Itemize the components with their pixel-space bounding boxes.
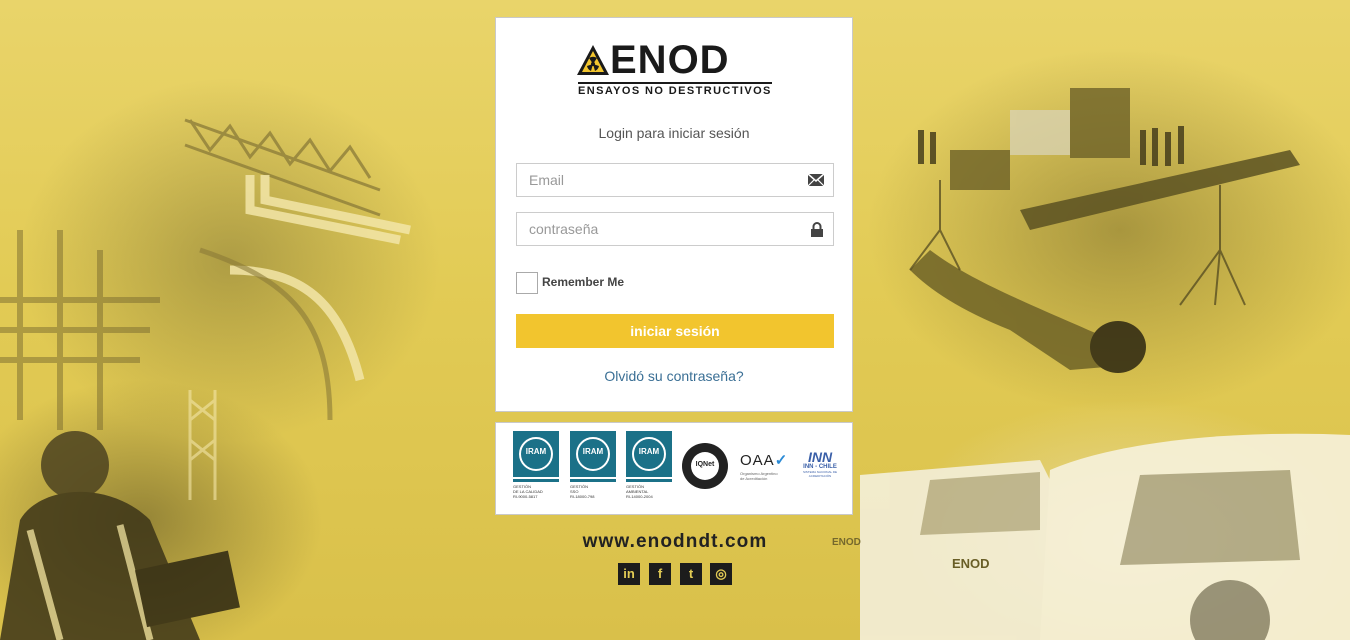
iram-code: RI-14000-2004 (626, 494, 653, 499)
lock-icon (811, 222, 823, 237)
password-input[interactable] (517, 213, 809, 245)
facebook-icon[interactable]: f (649, 563, 671, 585)
oaa-label: OAA (740, 452, 775, 469)
login-button[interactable]: iniciar sesión (516, 314, 834, 348)
email-input[interactable] (517, 164, 809, 196)
oaa-logo: OAA✓ (740, 451, 788, 469)
check-icon: ✓ (774, 452, 789, 469)
brand-name: ENOD (610, 38, 730, 82)
password-field-wrapper (516, 212, 834, 246)
twitter-icon[interactable]: t (680, 563, 702, 585)
login-card: ENOD ENSAYOS NO DESTRUCTIVOS Login para … (495, 17, 853, 412)
website-url[interactable]: www.enodndt.com (560, 531, 790, 553)
remember-me-label[interactable]: Remember Me (542, 275, 624, 289)
svg-text:ENOD: ENOD (832, 537, 861, 548)
logo-divider (578, 82, 772, 84)
radiation-warning-icon (577, 45, 609, 75)
iram-logo-text: IRAM (582, 447, 604, 456)
iram-sso-badge: IRAM GESTIÓN SSO RI-18000-798 (570, 431, 616, 509)
enod-logo: ENOD ENSAYOS NO DESTRUCTIVOS (576, 38, 774, 98)
svg-text:ENOD: ENOD (952, 556, 990, 571)
iram-environmental-badge: IRAM GESTIÓN AMBIENTAL RI-14000-2004 (626, 431, 672, 509)
iqnet-badge: IQNet (682, 443, 728, 489)
iram-quality-badge: IRAM GESTIÓN DE LA CALIDAD RI-9000-5817 (513, 431, 559, 509)
brand-tagline: ENSAYOS NO DESTRUCTIVOS (578, 85, 772, 97)
instagram-icon[interactable]: ◎ (710, 563, 732, 585)
inn-chile-logo: INN INN - CHILE SISTEMA NACIONAL DE ACRE… (798, 449, 842, 478)
login-title: Login para iniciar sesión (598, 125, 750, 141)
iram-code: RI-9000-5817 (513, 494, 538, 499)
forgot-password-link[interactable]: Olvidó su contraseña? (496, 368, 852, 384)
iram-logo-text: IRAM (638, 447, 660, 456)
iqnet-label: IQNet (695, 461, 715, 468)
inn-subtitle: SISTEMA NACIONAL DE ACREDITACIÓN (802, 470, 838, 478)
certifications-card: IRAM GESTIÓN DE LA CALIDAD RI-9000-5817 IR… (495, 422, 853, 515)
inn-mark: INN (807, 449, 833, 465)
oaa-subtitle: Organismo Argentino de Acreditación (740, 471, 778, 481)
remember-me-checkbox[interactable] (516, 272, 538, 294)
iram-code: RI-18000-798 (570, 494, 595, 499)
iram-logo-text: IRAM (525, 447, 547, 456)
linkedin-icon[interactable]: in (618, 563, 640, 585)
envelope-icon (808, 173, 824, 187)
email-field-wrapper (516, 163, 834, 197)
